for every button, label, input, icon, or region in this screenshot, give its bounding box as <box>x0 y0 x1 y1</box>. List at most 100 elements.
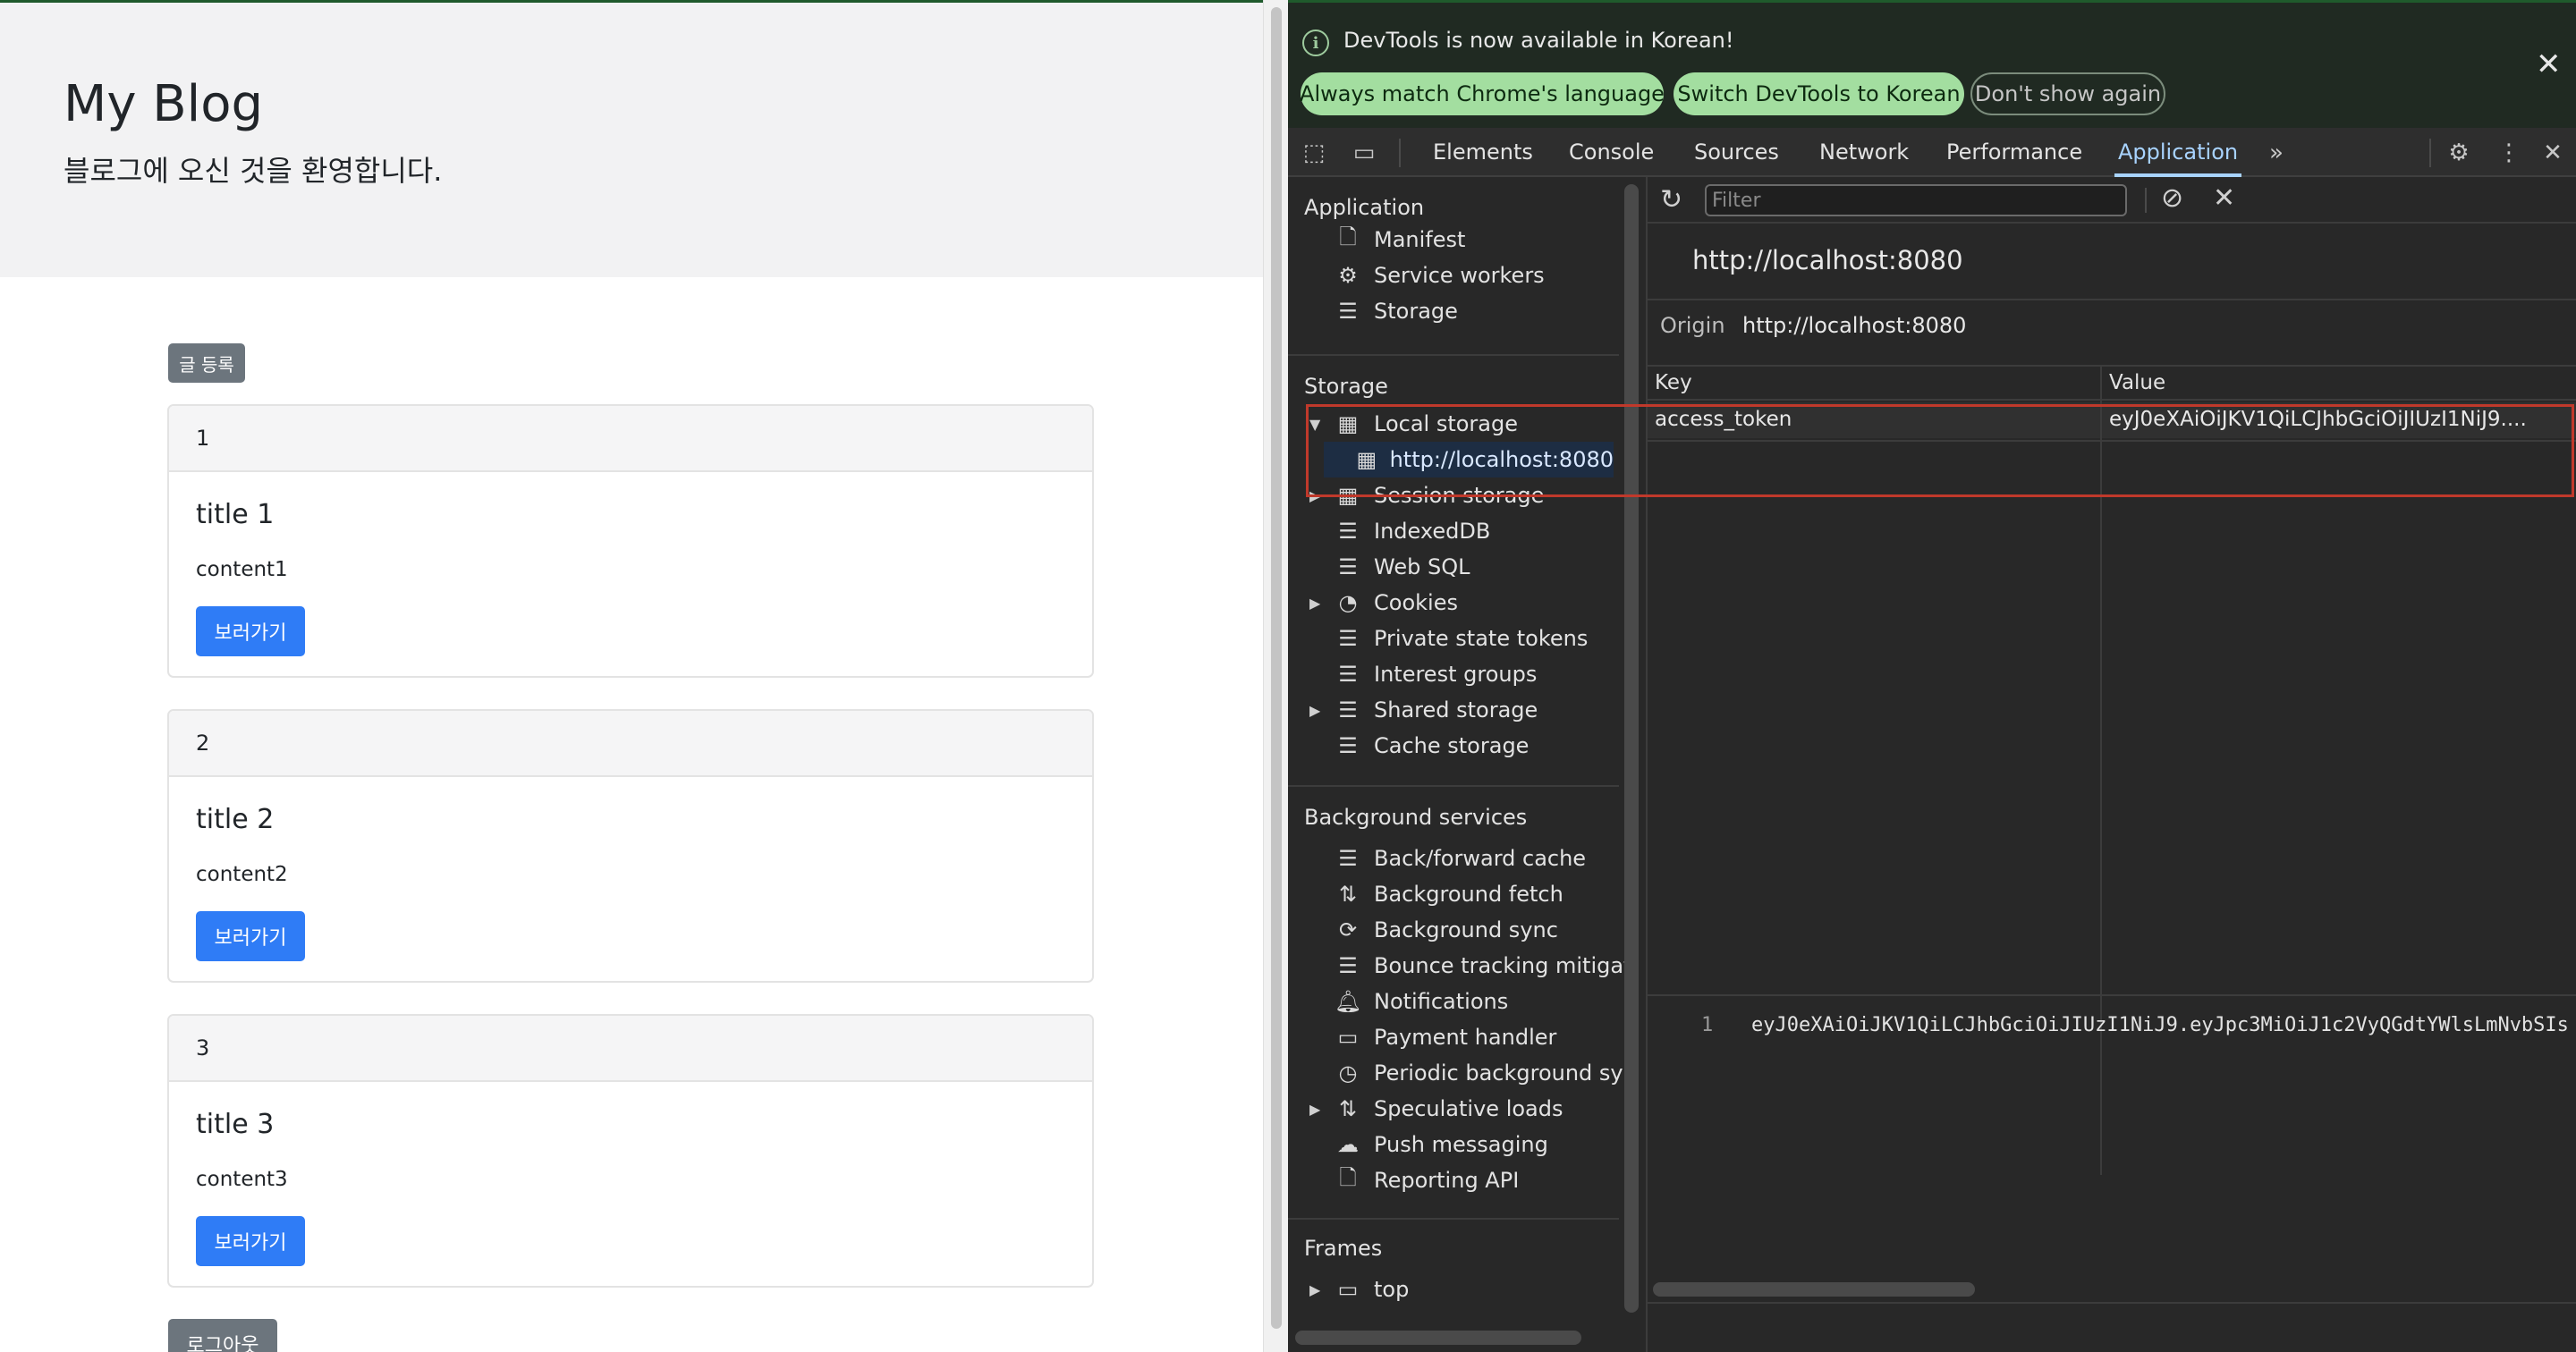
page-scrollbar-thumb[interactable] <box>1271 7 1282 1329</box>
tab-application[interactable]: Application <box>2114 137 2242 177</box>
sidebar-item-private-state-tokens[interactable]: ☰ Private state tokens <box>1335 621 1588 656</box>
sidebar-item-label: Shared storage <box>1374 697 1538 722</box>
article-title: title 1 <box>196 499 275 530</box>
sidebar-item-back-forward-cache[interactable]: ☰ Back/forward cache <box>1335 841 1586 876</box>
sidebar-item-label: top <box>1374 1277 1410 1302</box>
document-icon: 🗋 <box>1339 224 1357 249</box>
sidebar-item-frame-top[interactable]: ▶ ▭ top <box>1309 1272 1410 1307</box>
sidebar-item-payment-handler[interactable]: ▭ Payment handler <box>1335 1019 1557 1055</box>
article-card: 2 title 2 content2 보러가기 <box>167 709 1094 983</box>
sidebar-item-speculative-loads[interactable]: ▶ ⇅ Speculative loads <box>1309 1091 1563 1127</box>
write-article-button[interactable]: 글 등록 <box>168 343 245 383</box>
clock-icon: ◷ <box>1338 1060 1358 1086</box>
collapsed-arrow-icon[interactable]: ▶ <box>1309 1101 1324 1118</box>
tab-console[interactable]: Console <box>1569 137 1654 174</box>
sync-icon: ⟳ <box>1338 917 1358 942</box>
delete-selected-icon[interactable]: ✕ <box>2213 182 2235 214</box>
sidebar-item-web-sql[interactable]: ☰ Web SQL <box>1335 549 1470 585</box>
toolbar-divider <box>1399 139 1401 167</box>
tab-network[interactable]: Network <box>1819 137 1909 174</box>
sidebar-item-shared-storage[interactable]: ▶ ☰ Shared storage <box>1309 692 1538 728</box>
sidebar-item-push-messaging[interactable]: ☁ Push messaging <box>1335 1127 1548 1162</box>
sidebar-item-label: Private state tokens <box>1374 626 1589 651</box>
database-icon: ☰ <box>1338 733 1358 758</box>
sidebar-horizontal-scrollbar[interactable] <box>1295 1331 1581 1345</box>
origin-label: Origin <box>1660 313 1725 338</box>
column-header-value[interactable]: Value <box>2102 367 2165 399</box>
database-icon: ☰ <box>1338 846 1358 871</box>
sidebar-item-cookies[interactable]: ▶ ◔ Cookies <box>1309 585 1458 621</box>
highlight-box <box>1306 404 2574 497</box>
divider <box>1648 399 2576 401</box>
switch-language-button[interactable]: Switch DevTools to Korean <box>1674 72 1964 115</box>
article-id: 3 <box>169 1016 1092 1082</box>
sidebar-item-storage[interactable]: ☰ Storage <box>1335 293 1458 329</box>
sidebar-item-interest-groups[interactable]: ☰ Interest groups <box>1335 656 1537 692</box>
sidebar-item-service-workers[interactable]: ⚙ Service workers <box>1335 258 1545 293</box>
sidebar-item-label: Service workers <box>1374 263 1545 288</box>
database-icon: ☰ <box>1338 519 1358 544</box>
article-content: content2 <box>196 863 288 886</box>
sidebar-item-bounce-tracking[interactable]: ☰ Bounce tracking mitigati <box>1335 948 1638 984</box>
sidebar-section-application: Application <box>1304 195 1425 220</box>
sidebar-divider <box>1288 1218 1619 1220</box>
sidebar-item-notifications[interactable]: 🔔︎ Notifications <box>1335 984 1508 1019</box>
bell-icon: 🔔︎ <box>1334 989 1362 1014</box>
view-article-button[interactable]: 보러가기 <box>196 606 305 656</box>
sidebar-item-reporting-api[interactable]: 🗋 Reporting API <box>1335 1162 1519 1198</box>
tab-elements[interactable]: Elements <box>1433 137 1533 174</box>
more-tabs-chevron-icon[interactable]: » <box>2263 140 2290 165</box>
more-options-icon[interactable]: ⋮ <box>2496 140 2522 165</box>
sidebar-item-background-sync[interactable]: ⟳ Background sync <box>1335 912 1558 948</box>
sidebar-item-label: Background sync <box>1374 917 1558 942</box>
settings-gear-icon[interactable]: ⚙ <box>2445 140 2472 165</box>
match-language-button[interactable]: Always match Chrome's language <box>1300 72 1665 115</box>
sidebar-vertical-scrollbar[interactable] <box>1624 184 1639 1313</box>
article-card: 3 title 3 content3 보러가기 <box>167 1014 1094 1288</box>
clear-all-icon[interactable]: ⊘ <box>2161 182 2183 214</box>
close-devtools-icon[interactable]: ✕ <box>2539 140 2566 165</box>
inspect-element-icon[interactable]: ⬚ <box>1301 140 1327 165</box>
database-icon: ☰ <box>1338 626 1358 651</box>
header-banner: My Blog 블로그에 오신 것을 환영합니다. <box>0 3 1263 277</box>
refresh-icon[interactable]: ↻ <box>1660 184 1682 215</box>
preview-horizontal-scrollbar[interactable] <box>1653 1282 1975 1297</box>
tab-performance[interactable]: Performance <box>1946 137 2082 174</box>
view-article-button[interactable]: 보러가기 <box>196 1216 305 1266</box>
preview-value[interactable]: eyJ0eXAiOiJKV1QiLCJhbGciOiJIUzI1NiJ9.eyJ… <box>1751 1014 2569 1036</box>
origin-heading: http://localhost:8080 <box>1692 245 1963 275</box>
sidebar-item-manifest[interactable]: 🗋 Manifest <box>1335 222 1465 258</box>
sidebar-item-indexeddb[interactable]: ☰ IndexedDB <box>1335 513 1490 549</box>
device-toolbar-icon[interactable]: ▭ <box>1351 140 1377 165</box>
sidebar-item-label: Reporting API <box>1374 1168 1520 1193</box>
page-scrollbar[interactable] <box>1263 0 1288 1352</box>
sidebar-item-label: Background fetch <box>1374 882 1563 907</box>
article-content: content3 <box>196 1168 288 1191</box>
logout-button[interactable]: 로그아웃 <box>168 1319 277 1352</box>
sidebar-item-label: Speculative loads <box>1374 1096 1563 1121</box>
article-title: title 2 <box>196 804 275 835</box>
sidebar-item-periodic-background-sync[interactable]: ◷ Periodic background syr <box>1335 1055 1632 1091</box>
up-down-arrows-icon: ⇅ <box>1338 1096 1358 1121</box>
sidebar-divider <box>1288 354 1619 356</box>
close-icon[interactable]: ✕ <box>2536 49 2562 80</box>
blog-page: My Blog 블로그에 오신 것을 환영합니다. 글 등록 1 title 1… <box>0 0 1263 1352</box>
document-icon: 🗋 <box>1339 1164 1357 1190</box>
storage-toolbar: ↻ ⊘ ✕ <box>1648 177 2576 224</box>
column-header-key[interactable]: Key <box>1648 367 1692 399</box>
tab-sources[interactable]: Sources <box>1694 137 1779 174</box>
database-icon: ☰ <box>1338 662 1358 687</box>
collapsed-arrow-icon[interactable]: ▶ <box>1309 702 1324 719</box>
frame-icon: ▭ <box>1337 1277 1359 1302</box>
view-article-button[interactable]: 보러가기 <box>196 911 305 961</box>
sidebar-item-label: Periodic background syr <box>1374 1060 1632 1086</box>
dont-show-again-button[interactable]: Don't show again <box>1970 72 2165 115</box>
filter-input[interactable] <box>1705 184 2127 216</box>
article-content: content1 <box>196 558 288 581</box>
article-title: title 3 <box>196 1109 275 1140</box>
sidebar-item-background-fetch[interactable]: ⇅ Background fetch <box>1335 876 1563 912</box>
infobar-message: DevTools is now available in Korean! <box>1343 28 1734 53</box>
collapsed-arrow-icon[interactable]: ▶ <box>1309 595 1324 612</box>
sidebar-item-cache-storage[interactable]: ☰ Cache storage <box>1335 728 1529 764</box>
collapsed-arrow-icon[interactable]: ▶ <box>1309 1281 1324 1298</box>
